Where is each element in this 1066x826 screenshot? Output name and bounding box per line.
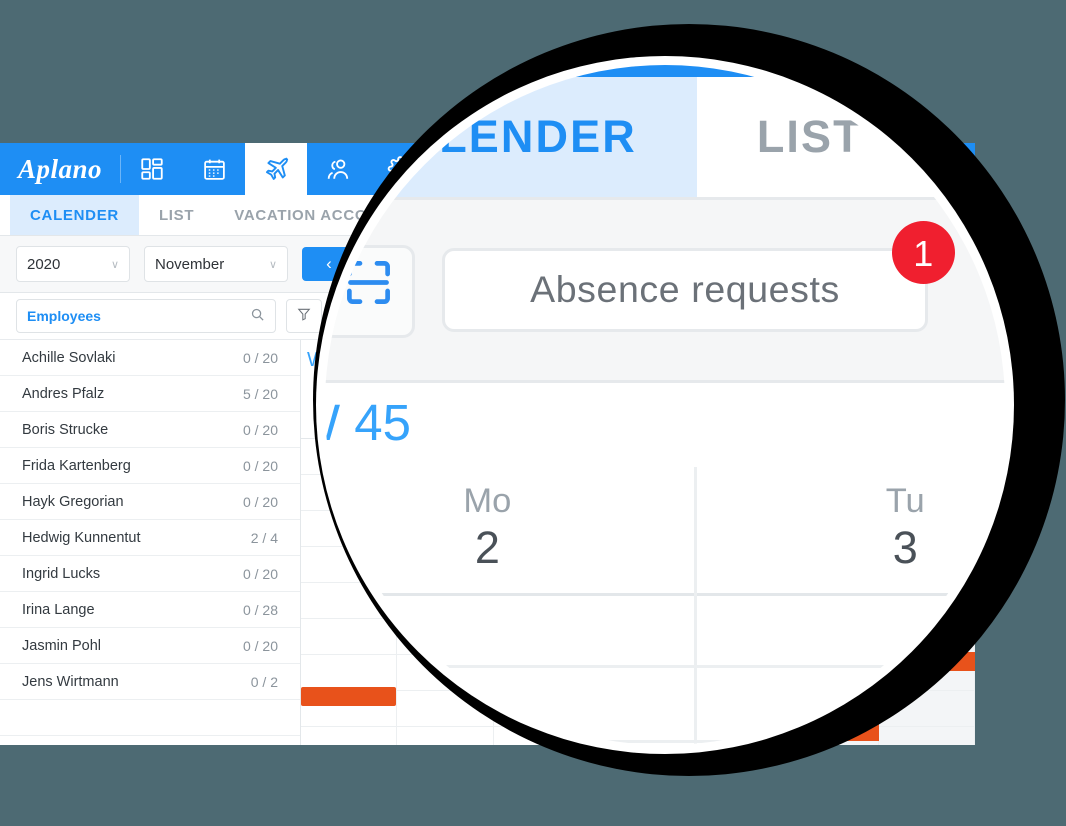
employee-balance: 0 / 20 [242, 457, 278, 474]
year-select[interactable]: 2020 ∨ [16, 246, 130, 282]
employee-balance: 0 / 20 [242, 637, 278, 654]
day-name: Mo [463, 485, 512, 521]
filter-button[interactable] [286, 299, 322, 333]
employee-name: Achille Sovlaki [22, 349, 116, 366]
day-number: 2 [474, 524, 500, 575]
magnified-navbar [325, 65, 1005, 77]
employee-name: Boris Strucke [22, 421, 109, 438]
search-input-value: Employees [27, 308, 101, 324]
employee-name: Jasmin Pohl [22, 637, 101, 654]
nav-dashboard-button[interactable] [121, 143, 183, 195]
employee-balance: 0 / 20 [242, 421, 278, 438]
calendar-icon [202, 157, 227, 182]
table-row[interactable]: Andres Pfalz 5 / 20 [0, 376, 300, 412]
table-row[interactable]: Jens Wirtmann 0 / 2 [0, 664, 300, 700]
employee-balance: 0 / 20 [242, 493, 278, 510]
page-stage: Aplano CALENDER LIST VACATION ACCOU 2020… [0, 0, 1066, 826]
magnifier-lens: CALENDER LIST VACATION ACCOU [325, 65, 1005, 745]
airplane-icon [263, 156, 290, 183]
scan-fullscreen-icon [343, 257, 394, 323]
magnified-week-label: W 45 [325, 395, 412, 452]
dashboard-icon [139, 156, 165, 182]
employee-name: Hayk Gregorian [22, 493, 124, 510]
employee-balance: 2 / 4 [250, 529, 278, 546]
table-row[interactable]: Jasmin Pohl 0 / 20 [0, 628, 300, 664]
month-select-value: November [155, 255, 225, 273]
app-logo[interactable]: Aplano [0, 143, 120, 195]
nav-calendar-button[interactable] [183, 143, 245, 195]
magnified-tab-calender[interactable]: CALENDER [325, 77, 697, 197]
table-row[interactable]: Irina Lange 0 / 28 [0, 592, 300, 628]
search-icon [250, 307, 265, 325]
month-select[interactable]: November ∨ [144, 246, 288, 282]
employee-name: Irina Lange [22, 601, 95, 618]
absence-requests-button[interactable]: Absence requests 1 [442, 221, 955, 332]
day-header-cell: Tu 3 [698, 467, 1005, 593]
employee-balance: 5 / 20 [242, 385, 278, 402]
chevron-down-icon: ∨ [268, 258, 277, 271]
table-row[interactable]: Ingrid Lucks 0 / 20 [0, 556, 300, 592]
calendar-column[interactable] [325, 593, 698, 745]
status-badge: 1 [892, 221, 955, 284]
chevron-down-icon: ∨ [110, 258, 119, 271]
employee-name: Frida Kartenberg [22, 457, 131, 474]
table-row[interactable]: Boris Strucke 0 / 20 [0, 412, 300, 448]
table-row[interactable]: Hayk Gregorian 0 / 20 [0, 484, 300, 520]
employee-name: Andres Pfalz [22, 385, 105, 402]
year-select-value: 2020 [27, 255, 61, 273]
magnified-toolbar: Absence requests 1 [325, 197, 1005, 383]
calendar-column[interactable] [697, 593, 1005, 745]
employee-balance: 0 / 28 [242, 601, 278, 618]
employee-list: Achille Sovlaki 0 / 20 Andres Pfalz 5 / … [0, 340, 301, 745]
magnified-tab-labels: CALENDER LIST VACATION ACCOU [325, 77, 1005, 197]
employee-name: Hedwig Kunnentut [22, 529, 141, 546]
tab-calender[interactable]: CALENDER [10, 195, 139, 235]
table-row[interactable]: Hedwig Kunnentut 2 / 4 [0, 520, 300, 556]
employee-balance: 0 / 2 [250, 673, 278, 690]
table-row[interactable]: Achille Sovlaki 0 / 20 [0, 340, 300, 376]
magnified-tab-vacation-account[interactable]: VACATION ACCOU [923, 112, 1005, 163]
fullscreen-button[interactable] [325, 243, 415, 337]
magnified-calendar-grid [325, 593, 1005, 745]
day-name: Tu [885, 485, 925, 521]
employee-name: Jens Wirtmann [22, 673, 119, 690]
table-row[interactable] [0, 700, 300, 736]
magnified-tab-list[interactable]: LIST [697, 112, 923, 163]
tab-list[interactable]: LIST [139, 195, 214, 235]
nav-absence-button[interactable] [245, 143, 307, 195]
absence-requests-label: Absence requests [530, 269, 840, 311]
magnified-day-header: Mo 2 Tu 3 We 4 Th 5 Fr 6 [325, 467, 1005, 596]
table-row[interactable]: Frida Kartenberg 0 / 20 [0, 448, 300, 484]
employee-balance: 0 / 20 [242, 565, 278, 582]
magnified-content: CALENDER LIST VACATION ACCOU [325, 65, 1005, 745]
employee-name: Ingrid Lucks [22, 565, 101, 582]
employee-balance: 0 / 20 [242, 349, 278, 366]
search-input[interactable]: Employees [16, 299, 276, 333]
filter-icon [297, 307, 311, 326]
day-number: 3 [892, 524, 918, 575]
day-header-cell: Mo 2 [325, 467, 698, 593]
